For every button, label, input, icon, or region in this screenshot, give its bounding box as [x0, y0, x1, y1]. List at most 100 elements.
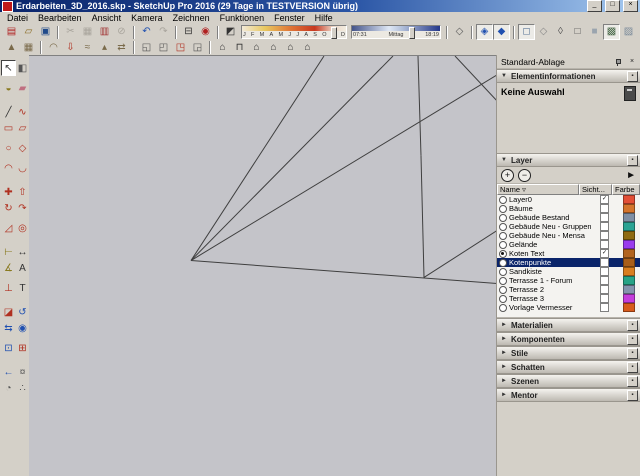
visibility-checkbox[interactable]	[600, 276, 609, 285]
layer-row[interactable]: Vorlage Vermesser	[497, 303, 640, 312]
menu-funktionen[interactable]: Funktionen	[215, 12, 270, 24]
add-layer-button[interactable]: +	[501, 168, 514, 182]
face-style-wireframe-button[interactable]: ◊	[552, 24, 569, 40]
tool-rotate[interactable]: ↻	[1, 200, 16, 216]
current-layer-radio[interactable]	[499, 276, 507, 285]
remove-layer-button[interactable]: −	[518, 168, 531, 182]
visibility-checkbox[interactable]	[600, 240, 609, 249]
undo-button[interactable]: ↶	[138, 24, 155, 40]
section-header-stile[interactable]: ► Stile ▪	[497, 346, 640, 360]
menu-hilfe[interactable]: Hilfe	[310, 12, 338, 24]
face-style-shaded-button[interactable]: ■	[586, 24, 603, 40]
menu-fenster[interactable]: Fenster	[269, 12, 310, 24]
tool-zoom[interactable]: ◉	[15, 320, 30, 336]
menu-bearbeiten[interactable]: Bearbeiten	[33, 12, 87, 24]
stamp-button[interactable]: ⇩	[62, 40, 79, 56]
face-style-monochrome-button[interactable]: ▨	[620, 24, 637, 40]
section-header-materialien[interactable]: ► Materialien ▪	[497, 318, 640, 332]
edge-style-profiles-button[interactable]: ◆	[493, 24, 510, 40]
section-header-layers[interactable]: ▼ Layer ▪	[497, 153, 640, 167]
visibility-checkbox[interactable]	[600, 231, 609, 240]
face-style-xray-button[interactable]: ◻	[518, 24, 535, 40]
menu-zeichnen[interactable]: Zeichnen	[168, 12, 215, 24]
current-layer-radio[interactable]	[499, 231, 507, 240]
face-style-hidden-line-button[interactable]: □	[569, 24, 586, 40]
layer-color-swatch[interactable]	[623, 231, 635, 240]
tool-select[interactable]: ↖	[1, 60, 16, 76]
visibility-checkbox[interactable]	[600, 222, 609, 231]
layer-color-swatch[interactable]	[623, 258, 635, 267]
face-style-back-edges-button[interactable]: ◇	[535, 24, 552, 40]
tool-push-pull[interactable]: ⇧	[15, 184, 30, 200]
layer-color-swatch[interactable]	[623, 303, 635, 312]
tool-zoom-extents[interactable]: ⊞	[15, 340, 30, 356]
current-layer-radio[interactable]	[499, 294, 507, 303]
time-slider-handle[interactable]	[409, 27, 416, 39]
layer-row[interactable]: Kotenpunkte	[497, 258, 640, 267]
print-button[interactable]: ⊟	[180, 24, 197, 40]
tool-two-point-arc[interactable]: ◡	[15, 160, 30, 176]
current-layer-radio[interactable]	[499, 303, 507, 312]
current-layer-radio[interactable]	[499, 258, 507, 267]
layer-details-button[interactable]: ►	[626, 170, 636, 181]
paste-button[interactable]: ▥	[96, 24, 113, 40]
current-layer-radio[interactable]	[499, 240, 507, 249]
sandbox-from-scratch-button[interactable]: ▦	[20, 40, 37, 56]
view-back-button[interactable]: ⌂	[282, 40, 299, 56]
tool-dimension[interactable]: ↔	[15, 244, 30, 260]
tool-polygon[interactable]: ◇	[15, 140, 30, 156]
tool-eraser[interactable]: ▰	[15, 80, 30, 96]
tool-section-plane[interactable]: ◪	[1, 304, 16, 320]
model-edge[interactable]	[190, 260, 497, 284]
model-info-button[interactable]: ◉	[197, 24, 214, 40]
view-left-button[interactable]: ⌂	[299, 40, 316, 56]
layer-row[interactable]: Terrasse 2	[497, 285, 640, 294]
tool-text[interactable]: A	[15, 260, 30, 276]
new-button[interactable]: ▤	[3, 24, 20, 40]
layer-color-swatch[interactable]	[623, 195, 635, 204]
visibility-checkbox[interactable]: ✓	[600, 195, 609, 204]
edge-style-edges-button[interactable]: ◈	[476, 24, 493, 40]
current-layer-radio[interactable]	[499, 204, 507, 213]
close-button[interactable]: ×	[623, 0, 638, 12]
tool-previous-view[interactable]: ←	[1, 364, 16, 380]
layer-row[interactable]: Gebäude Neu - Mensa	[497, 231, 640, 240]
menu-kamera[interactable]: Kamera	[126, 12, 168, 24]
layer-color-swatch[interactable]	[623, 267, 635, 276]
current-layer-radio[interactable]	[499, 195, 507, 204]
drape-button[interactable]: ≈	[79, 40, 96, 56]
subtract-button[interactable]: ◳	[172, 40, 189, 56]
tool-rectangle[interactable]: ▭	[1, 120, 16, 136]
section-header-komponenten[interactable]: ► Komponenten ▪	[497, 332, 640, 346]
minimize-button[interactable]: _	[587, 0, 602, 12]
view-front-button[interactable]: ⌂	[248, 40, 265, 56]
section-header-schatten[interactable]: ► Schatten ▪	[497, 360, 640, 374]
model-edge[interactable]	[190, 74, 497, 261]
layer-color-swatch[interactable]	[623, 276, 635, 285]
komponenten-detach-button[interactable]: ▪	[627, 333, 638, 345]
tool-circle[interactable]: ○	[1, 140, 16, 156]
menu-ansicht[interactable]: Ansicht	[87, 12, 127, 24]
column-header-visible[interactable]: Sicht...	[579, 184, 612, 195]
current-layer-radio[interactable]	[499, 285, 507, 294]
layer-row[interactable]: Sandkiste	[497, 267, 640, 276]
sandbox-from-contours-button[interactable]: ▲	[3, 40, 20, 56]
model-edge[interactable]	[190, 56, 325, 261]
layer-color-swatch[interactable]	[623, 249, 635, 258]
section-header-szenen[interactable]: ► Szenen ▪	[497, 374, 640, 388]
outer-shell-button[interactable]: ◱	[138, 40, 155, 56]
date-slider-handle[interactable]	[331, 27, 338, 39]
section-header-entity-info[interactable]: ▼ Elementinformationen ▪	[497, 69, 640, 83]
model-edge[interactable]	[417, 56, 422, 156]
tool-orbit[interactable]: ↺	[15, 304, 30, 320]
tool-walk[interactable]: ∴	[15, 380, 30, 396]
column-header-name[interactable]: Name ▿	[497, 184, 579, 195]
tool-line[interactable]: ╱	[1, 104, 16, 120]
visibility-checkbox[interactable]	[600, 303, 609, 312]
restore-button[interactable]: □	[605, 0, 620, 12]
add-detail-button[interactable]: ▴	[96, 40, 113, 56]
layer-row[interactable]: Koten Text ✓	[497, 249, 640, 258]
tool-3d-text[interactable]: T	[15, 280, 30, 296]
current-layer-radio[interactable]	[499, 249, 507, 258]
tool-make-component[interactable]: ◧	[15, 60, 30, 76]
